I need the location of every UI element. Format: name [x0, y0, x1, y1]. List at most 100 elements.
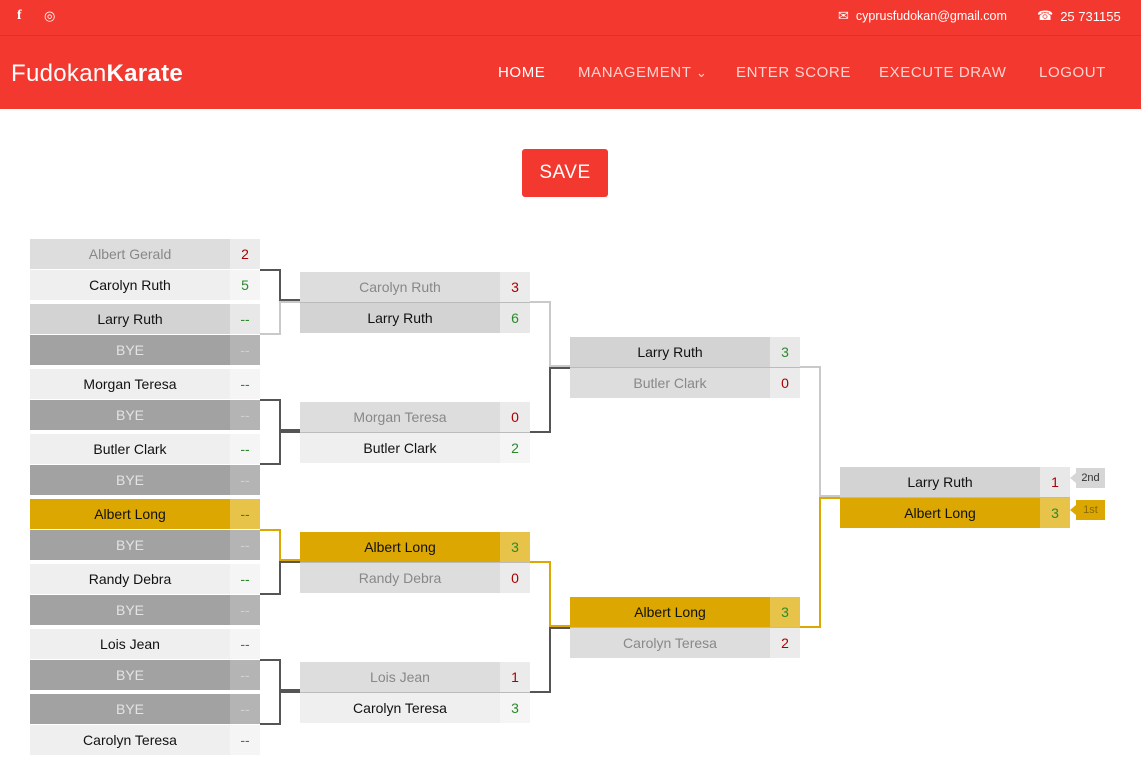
r1-match6-team-a[interactable]: Randy Debra -- — [30, 564, 260, 594]
connector-r1m2 — [260, 301, 300, 335]
r2-match1-team-a[interactable]: Carolyn Ruth 3 — [300, 272, 530, 302]
team-name: Albert Long — [840, 498, 1040, 528]
team-score: -- — [230, 694, 260, 724]
team-score[interactable]: 1 — [500, 662, 530, 692]
team-name: Butler Clark — [30, 434, 230, 464]
r1-match7-team-a[interactable]: Lois Jean -- — [30, 629, 260, 659]
team-name: Randy Debra — [300, 563, 500, 593]
connector-r2m2 — [530, 367, 570, 433]
r1-match2-team-a[interactable]: Larry Ruth -- — [30, 304, 260, 334]
r1-match4-team-a[interactable]: Butler Clark -- — [30, 434, 260, 464]
r1-match5-team-a[interactable]: Albert Long -- — [30, 499, 260, 529]
team-score[interactable]: 3 — [500, 532, 530, 562]
r1-match1-team-b[interactable]: Carolyn Ruth 5 — [30, 270, 260, 300]
connector-r2m4 — [530, 627, 570, 693]
team-score[interactable]: 1 — [1040, 467, 1070, 497]
team-name: Carolyn Teresa — [570, 628, 770, 658]
r1-match2-team-b: BYE -- — [30, 335, 260, 365]
r1-match3-team-b: BYE -- — [30, 400, 260, 430]
team-score[interactable]: 3 — [500, 272, 530, 302]
connector-r2m1 — [530, 301, 570, 367]
r1-match5-team-b: BYE -- — [30, 530, 260, 560]
team-name: Morgan Teresa — [300, 402, 500, 432]
team-name: BYE — [30, 530, 230, 560]
team-name: Lois Jean — [300, 662, 500, 692]
connector-r1m5 — [260, 529, 300, 561]
team-score[interactable]: 2 — [230, 239, 260, 269]
r2-match1-team-b[interactable]: Larry Ruth 6 — [300, 302, 530, 333]
team-score[interactable]: -- — [230, 304, 260, 334]
r2-match3-team-b[interactable]: Randy Debra 0 — [300, 562, 530, 593]
r1-match8-team-a: BYE -- — [30, 694, 260, 724]
team-name: Morgan Teresa — [30, 369, 230, 399]
team-name: Larry Ruth — [300, 303, 500, 333]
team-score[interactable]: -- — [230, 434, 260, 464]
connector-r1m4 — [260, 431, 300, 465]
team-name: Randy Debra — [30, 564, 230, 594]
team-name: BYE — [30, 400, 230, 430]
team-name: Larry Ruth — [30, 304, 230, 334]
connector-r2m3 — [530, 561, 570, 627]
team-name: Carolyn Teresa — [30, 725, 230, 755]
r1-match4-team-b: BYE -- — [30, 465, 260, 495]
team-score[interactable]: 0 — [770, 368, 800, 398]
team-name: BYE — [30, 595, 230, 625]
team-name: Butler Clark — [300, 433, 500, 463]
team-score[interactable]: -- — [230, 499, 260, 529]
team-name: Albert Long — [570, 597, 770, 627]
connector-r1m8 — [260, 691, 300, 725]
team-name: BYE — [30, 660, 230, 690]
connector-r1m1 — [260, 269, 300, 301]
team-name: BYE — [30, 465, 230, 495]
connector-r1m7 — [260, 659, 300, 691]
r3-match1-team-a[interactable]: Larry Ruth 3 — [570, 337, 800, 367]
team-name: Larry Ruth — [840, 467, 1040, 497]
team-score: -- — [230, 660, 260, 690]
r2-match2-team-a[interactable]: Morgan Teresa 0 — [300, 402, 530, 432]
r1-match1-team-a[interactable]: Albert Gerald 2 — [30, 239, 260, 269]
team-name: Butler Clark — [570, 368, 770, 398]
team-score[interactable]: 3 — [500, 693, 530, 723]
team-score[interactable]: -- — [230, 629, 260, 659]
team-score: -- — [230, 335, 260, 365]
r1-match7-team-b: BYE -- — [30, 660, 260, 690]
team-score[interactable]: 5 — [230, 270, 260, 300]
r3-match2-team-b[interactable]: Carolyn Teresa 2 — [570, 627, 800, 658]
r2-match2-team-b[interactable]: Butler Clark 2 — [300, 432, 530, 463]
r2-match4-team-a[interactable]: Lois Jean 1 — [300, 662, 530, 692]
r2-match4-team-b[interactable]: Carolyn Teresa 3 — [300, 692, 530, 723]
team-score[interactable]: 3 — [770, 597, 800, 627]
r3-match1-team-b[interactable]: Butler Clark 0 — [570, 367, 800, 398]
team-score[interactable]: 3 — [1040, 498, 1070, 528]
team-score[interactable]: 2 — [500, 433, 530, 463]
team-score[interactable]: 2 — [770, 628, 800, 658]
connector-r3m2 — [800, 497, 840, 628]
team-score[interactable]: -- — [230, 369, 260, 399]
final-team-b[interactable]: Albert Long 3 — [840, 497, 1070, 528]
team-name: Carolyn Ruth — [300, 272, 500, 302]
team-score: -- — [230, 400, 260, 430]
team-score[interactable]: -- — [230, 564, 260, 594]
team-score[interactable]: 0 — [500, 402, 530, 432]
team-name: Larry Ruth — [570, 337, 770, 367]
team-score[interactable]: 6 — [500, 303, 530, 333]
team-score: -- — [230, 530, 260, 560]
final-team-a[interactable]: Larry Ruth 1 — [840, 467, 1070, 497]
team-name: Albert Gerald — [30, 239, 230, 269]
team-name: Carolyn Ruth — [30, 270, 230, 300]
team-name: BYE — [30, 694, 230, 724]
r3-match2-team-a[interactable]: Albert Long 3 — [570, 597, 800, 627]
team-score[interactable]: 0 — [500, 563, 530, 593]
team-name: Carolyn Teresa — [300, 693, 500, 723]
team-name: Albert Long — [30, 499, 230, 529]
team-name: Lois Jean — [30, 629, 230, 659]
team-name: Albert Long — [300, 532, 500, 562]
r1-match3-team-a[interactable]: Morgan Teresa -- — [30, 369, 260, 399]
team-score[interactable]: -- — [230, 725, 260, 755]
team-name: BYE — [30, 335, 230, 365]
team-score[interactable]: 3 — [770, 337, 800, 367]
first-place-badge: 1st — [1076, 500, 1105, 520]
r2-match3-team-a[interactable]: Albert Long 3 — [300, 532, 530, 562]
team-score: -- — [230, 595, 260, 625]
r1-match8-team-b[interactable]: Carolyn Teresa -- — [30, 725, 260, 755]
